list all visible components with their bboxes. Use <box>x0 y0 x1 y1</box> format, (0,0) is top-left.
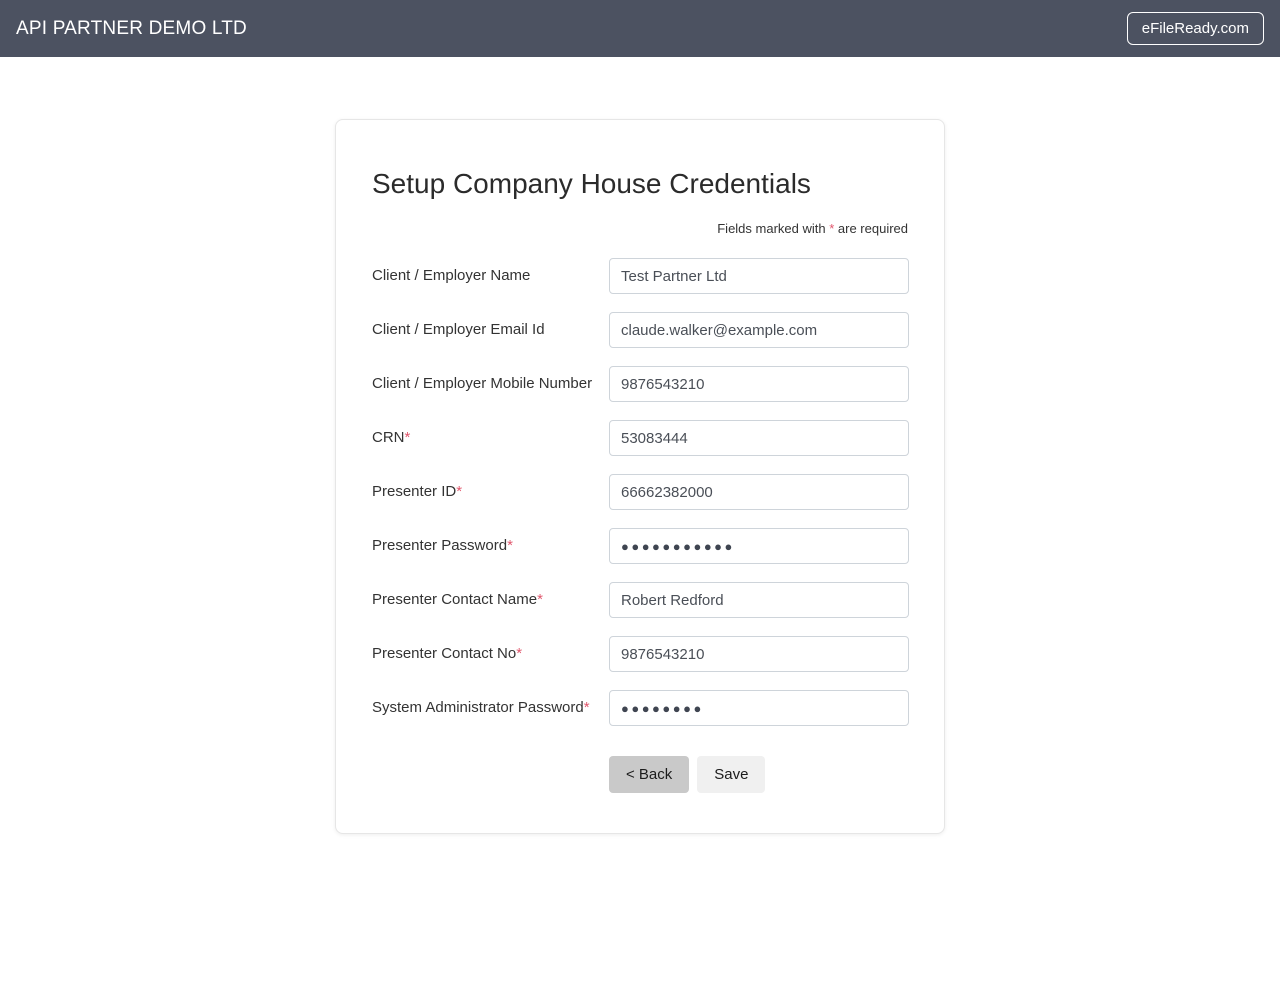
control-presenter-contact-no <box>609 636 909 672</box>
control-presenter-id <box>609 474 909 510</box>
label-presenter-password: Presenter Password* <box>372 528 609 558</box>
app-header: API PARTNER DEMO LTD eFileReady.com <box>0 0 1280 57</box>
required-asterisk: * <box>583 699 590 716</box>
label-client-employer-name: Client / Employer Name <box>372 258 609 288</box>
required-asterisk: * <box>404 429 411 446</box>
label-text: Client / Employer Mobile Number <box>372 375 593 392</box>
label-text: Client / Employer Name <box>372 267 531 284</box>
page-title: API PARTNER DEMO LTD <box>16 17 247 39</box>
required-asterisk: * <box>537 591 543 608</box>
input-presenter-contact-name[interactable] <box>609 582 909 618</box>
required-asterisk: * <box>507 537 513 554</box>
control-crn <box>609 420 909 456</box>
required-note-prefix: Fields marked with <box>717 221 830 236</box>
label-text: Client / Employer Email Id <box>372 321 545 338</box>
label-presenter-contact-name: Presenter Contact Name* <box>372 582 609 612</box>
page-body: Setup Company House Credentials Fields m… <box>0 57 1280 835</box>
control-client-employer-mobile <box>609 366 909 402</box>
label-system-administrator-password: System Administrator Password* <box>372 690 609 720</box>
label-client-employer-email: Client / Employer Email Id <box>372 312 609 342</box>
input-client-employer-name[interactable] <box>609 258 909 294</box>
label-client-employer-mobile: Client / Employer Mobile Number <box>372 366 609 396</box>
form-row-client-employer-name: Client / Employer Name <box>372 258 909 294</box>
required-asterisk: * <box>516 645 523 662</box>
form-row-client-employer-email: Client / Employer Email Id <box>372 312 909 348</box>
required-asterisk: * <box>456 483 463 500</box>
efileready-brand-button[interactable]: eFileReady.com <box>1126 12 1264 45</box>
control-presenter-contact-name <box>609 582 909 618</box>
form-row-presenter-contact-name: Presenter Contact Name* <box>372 582 909 618</box>
input-client-employer-email[interactable] <box>609 312 909 348</box>
credentials-card: Setup Company House Credentials Fields m… <box>335 119 945 835</box>
input-presenter-password[interactable]: ●●●●●●●●●●● <box>609 528 909 564</box>
credentials-form: Client / Employer Name Client / Employer… <box>372 258 909 794</box>
label-text: Presenter Contact No <box>372 645 517 662</box>
form-row-presenter-contact-no: Presenter Contact No* <box>372 636 909 672</box>
required-fields-note: Fields marked with * are required <box>372 221 908 236</box>
form-row-crn: CRN* <box>372 420 909 456</box>
input-presenter-id[interactable] <box>609 474 909 510</box>
input-client-employer-mobile[interactable] <box>609 366 909 402</box>
input-crn[interactable] <box>609 420 909 456</box>
label-text: Presenter ID <box>372 483 457 500</box>
label-text: CRN <box>372 429 405 446</box>
label-text: Presenter Contact Name <box>372 591 538 608</box>
label-presenter-contact-no: Presenter Contact No* <box>372 636 609 666</box>
label-crn: CRN* <box>372 420 609 450</box>
form-row-system-administrator-password: System Administrator Password* ●●●●●●●● <box>372 690 909 726</box>
label-text: Presenter Password <box>372 537 508 554</box>
form-row-presenter-id: Presenter ID* <box>372 474 909 510</box>
form-row-presenter-password: Presenter Password* ●●●●●●●●●●● <box>372 528 909 564</box>
control-client-employer-email <box>609 312 909 348</box>
form-row-client-employer-mobile: Client / Employer Mobile Number <box>372 366 909 402</box>
back-button[interactable]: < Back <box>609 756 690 794</box>
save-button[interactable]: Save <box>697 756 766 794</box>
control-client-employer-name <box>609 258 909 294</box>
label-presenter-id: Presenter ID* <box>372 474 609 504</box>
input-presenter-contact-no[interactable] <box>609 636 909 672</box>
form-actions: < Back Save <box>372 756 908 794</box>
input-system-administrator-password[interactable]: ●●●●●●●● <box>609 690 909 726</box>
label-text: System Administrator Password <box>372 699 584 716</box>
control-presenter-password: ●●●●●●●●●●● <box>609 528 909 564</box>
card-title: Setup Company House Credentials <box>372 168 811 199</box>
required-note-suffix: are required <box>834 221 908 236</box>
control-system-administrator-password: ●●●●●●●● <box>609 690 909 726</box>
